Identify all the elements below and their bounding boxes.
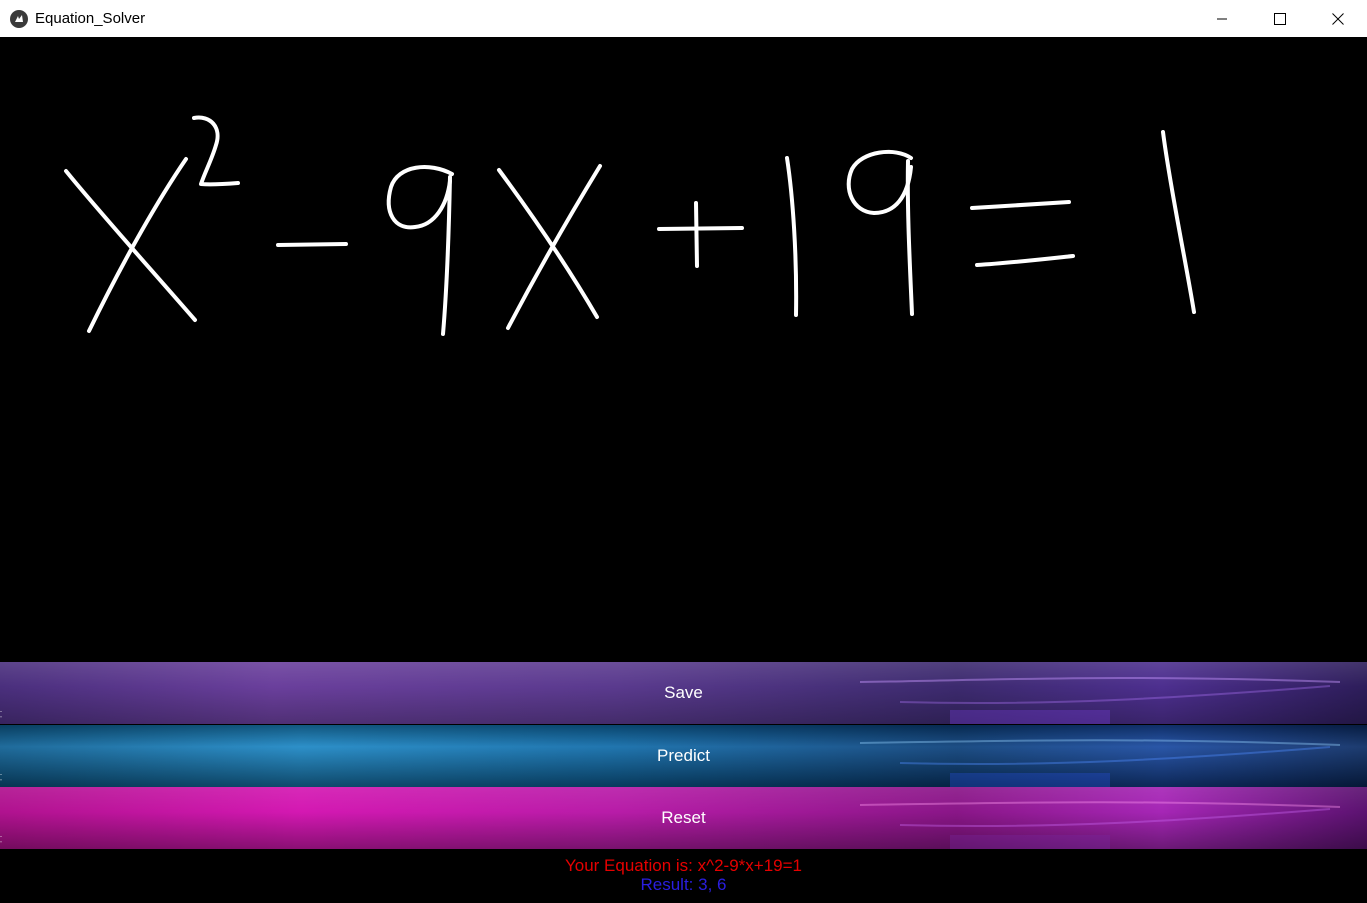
save-button[interactable]: Fr Save (0, 662, 1367, 724)
predict-button-label: Predict (657, 746, 710, 765)
reset-button[interactable]: Fr Reset (0, 787, 1367, 849)
stroke-X-2 (506, 164, 602, 330)
close-icon (1332, 12, 1344, 25)
predict-button[interactable]: Fr Predict (0, 725, 1367, 787)
close-button[interactable] (1309, 0, 1367, 37)
title-bar: Equation_Solver (0, 0, 1367, 37)
drawing-canvas[interactable] (0, 37, 1367, 662)
stroke-9b-loop (846, 149, 913, 215)
result-label: Result: 3, 6 (640, 875, 727, 894)
handwritten-equation (64, 115, 1196, 336)
stroke-9a-loop (386, 165, 454, 230)
stroke-minus (276, 242, 348, 247)
stroke-equals-bottom (975, 254, 1075, 267)
stroke-equals-top (970, 200, 1071, 210)
button-mark: Fr (0, 834, 4, 844)
stroke-x-2 (87, 157, 188, 333)
maximize-button[interactable] (1251, 0, 1309, 37)
minimize-icon (1217, 18, 1227, 19)
window-controls (1193, 0, 1367, 37)
button-mark: Fr (0, 709, 4, 719)
stroke-1a (785, 156, 799, 317)
maximize-icon (1274, 12, 1286, 25)
save-button-label: Save (664, 683, 703, 702)
stroke-2 (192, 115, 240, 187)
stroke-plus-v (694, 201, 699, 268)
reset-button-label: Reset (661, 808, 706, 827)
stroke-x-1 (64, 169, 197, 322)
stroke-plus-h (657, 226, 744, 231)
app-window: Equation_Solver Fr Save Fr Predict Fr Re… (0, 0, 1367, 903)
window-title: Equation_Solver (35, 10, 146, 27)
minimize-button[interactable] (1193, 0, 1251, 37)
kivy-app-icon (10, 9, 28, 28)
button-mark: Fr (0, 772, 4, 782)
stroke-1b (1161, 130, 1196, 314)
equation-label: Your Equation is: x^2-9*x+19=1 (564, 856, 802, 875)
output-panel: Your Equation is: x^2-9*x+19=1 Result: 3… (0, 849, 1367, 903)
